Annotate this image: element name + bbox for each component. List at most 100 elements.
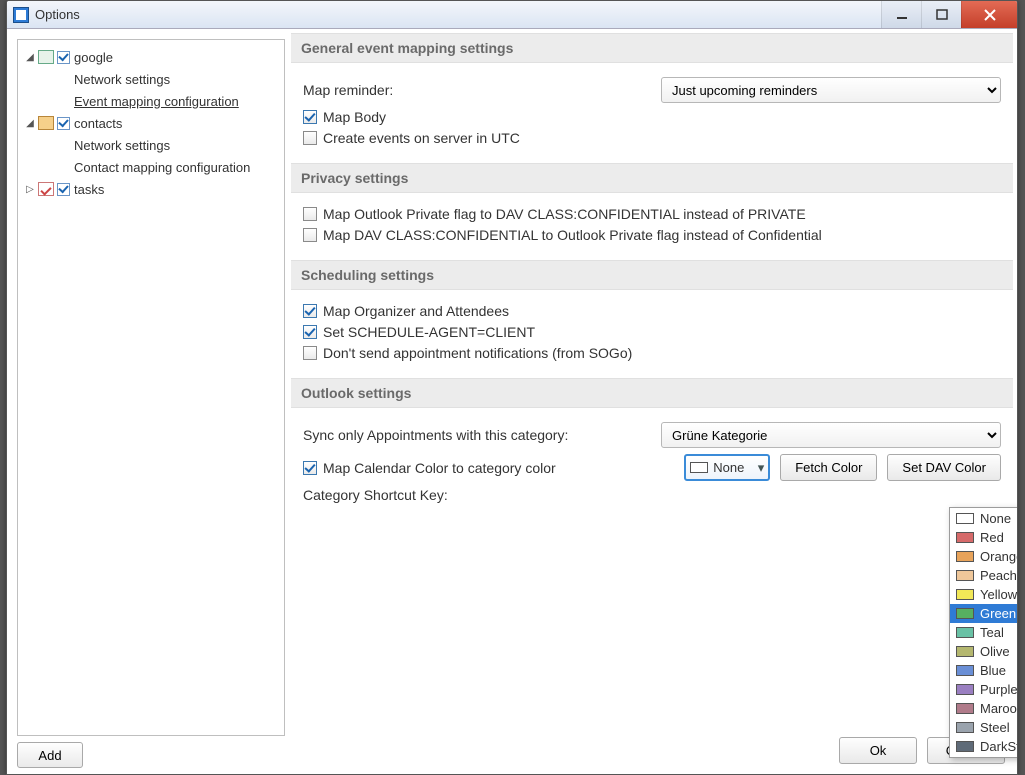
color-option-label: None	[980, 511, 1011, 526]
tree-item[interactable]: ◢ google	[22, 46, 280, 68]
privacy-opt1-checkbox[interactable]: Map Outlook Private flag to DAV CLASS:CO…	[303, 206, 1001, 222]
tree-item[interactable]: Contact mapping configuration	[22, 156, 280, 178]
expand-arrow-icon[interactable]: ◢	[24, 51, 36, 63]
options-window: Options ◢ google Network settings Event map…	[6, 0, 1018, 775]
color-option[interactable]: Teal	[950, 623, 1017, 642]
checkbox-icon	[303, 110, 317, 124]
color-swatch-icon	[956, 665, 974, 676]
color-option-label: DarkSteel	[980, 739, 1017, 754]
checkbox-icon	[303, 304, 317, 318]
color-swatch-icon	[956, 513, 974, 524]
titlebar[interactable]: Options	[7, 1, 1017, 29]
color-option[interactable]: Purple	[950, 680, 1017, 699]
color-swatch-icon	[956, 703, 974, 714]
tree-item-label: tasks	[74, 182, 104, 197]
checkbox-icon	[303, 461, 317, 475]
color-option-label: Red	[980, 530, 1004, 545]
color-swatch-icon	[956, 646, 974, 657]
color-dropdown[interactable]: None Red Orange Peach Yellow Green Teal Olive Bl…	[949, 507, 1017, 758]
color-option[interactable]: Orange	[950, 547, 1017, 566]
schedule-agent-checkbox[interactable]: Set SCHEDULE-AGENT=CLIENT	[303, 324, 1001, 340]
ok-button[interactable]: Ok	[839, 737, 917, 764]
window-title: Options	[35, 7, 80, 22]
privacy-opt2-checkbox[interactable]: Map DAV CLASS:CONFIDENTIAL to Outlook Pr…	[303, 227, 1001, 243]
color-option-label: Purple	[980, 682, 1017, 697]
sync-category-select[interactable]: Grüne Kategorie	[661, 422, 1001, 448]
color-option-label: Green	[980, 606, 1016, 621]
shortcut-key-label: Category Shortcut Key:	[303, 487, 603, 503]
color-select-value: None	[713, 460, 744, 475]
maximize-button[interactable]	[921, 1, 961, 28]
color-swatch-icon	[956, 570, 974, 581]
color-option-label: Blue	[980, 663, 1006, 678]
app-icon	[13, 7, 29, 23]
section-general-header: General event mapping settings	[291, 33, 1013, 63]
color-option-label: Yellow	[980, 587, 1017, 602]
tree-item[interactable]: Event mapping configuration	[22, 90, 280, 112]
close-button[interactable]	[961, 1, 1017, 28]
map-organizer-checkbox[interactable]: Map Organizer and Attendees	[303, 303, 1001, 319]
tree-item-label: Contact mapping configuration	[74, 160, 250, 175]
section-outlook-header: Outlook settings	[291, 378, 1013, 408]
color-option-label: Steel	[980, 720, 1010, 735]
color-option[interactable]: None	[950, 509, 1017, 528]
color-swatch-icon	[956, 589, 974, 600]
tree-item[interactable]: Network settings	[22, 134, 280, 156]
tree-item[interactable]: Network settings	[22, 68, 280, 90]
color-option[interactable]: Maroon	[950, 699, 1017, 718]
color-option[interactable]: Olive	[950, 642, 1017, 661]
map-color-checkbox[interactable]: Map Calendar Color to category color	[303, 460, 556, 476]
color-option-label: Teal	[980, 625, 1004, 640]
section-privacy-header: Privacy settings	[291, 163, 1013, 193]
tree-item-label: Network settings	[74, 138, 170, 153]
chevron-down-icon: ▾	[758, 460, 765, 476]
category-color-select[interactable]: None ▾	[684, 454, 770, 481]
checkbox-icon	[303, 207, 317, 221]
color-option-label: Orange	[980, 549, 1017, 564]
color-swatch-icon	[956, 608, 974, 619]
tree-checkbox[interactable]	[57, 183, 70, 196]
people-icon	[38, 116, 54, 130]
expand-arrow-icon[interactable]: ▷	[24, 183, 36, 195]
cal-icon	[38, 50, 54, 64]
color-option-label: Peach	[980, 568, 1017, 583]
tree-item-label: Network settings	[74, 72, 170, 87]
set-dav-color-button[interactable]: Set DAV Color	[887, 454, 1001, 481]
fetch-color-button[interactable]: Fetch Color	[780, 454, 877, 481]
profile-tree[interactable]: ◢ google Network settings Event mapping con…	[17, 39, 285, 736]
tree-item[interactable]: ◢ contacts	[22, 112, 280, 134]
color-option[interactable]: Green	[950, 604, 1017, 623]
expand-arrow-icon[interactable]: ◢	[24, 117, 36, 129]
color-option[interactable]: DarkSteel	[950, 737, 1017, 756]
section-scheduling-header: Scheduling settings	[291, 260, 1013, 290]
color-option[interactable]: Blue	[950, 661, 1017, 680]
suppress-notifications-checkbox[interactable]: Don't send appointment notifications (fr…	[303, 345, 1001, 361]
color-option-label: Olive	[980, 644, 1010, 659]
checkbox-icon	[303, 346, 317, 360]
color-option[interactable]: Yellow	[950, 585, 1017, 604]
map-body-checkbox[interactable]: Map Body	[303, 109, 1001, 125]
color-option[interactable]: Red	[950, 528, 1017, 547]
tree-checkbox[interactable]	[57, 51, 70, 64]
checkbox-icon	[303, 325, 317, 339]
color-option[interactable]: Peach	[950, 566, 1017, 585]
create-utc-checkbox[interactable]: Create events on server in UTC	[303, 130, 1001, 146]
color-swatch-icon	[956, 627, 974, 638]
checkbox-icon	[303, 131, 317, 145]
color-swatch-icon	[690, 462, 708, 473]
color-swatch-icon	[956, 532, 974, 543]
minimize-button[interactable]	[881, 1, 921, 28]
map-reminder-select[interactable]: Just upcoming reminders	[661, 77, 1001, 103]
add-button[interactable]: Add	[17, 742, 83, 768]
checkbox-icon	[303, 228, 317, 242]
tree-item[interactable]: ▷ tasks	[22, 178, 280, 200]
sync-category-label: Sync only Appointments with this categor…	[303, 427, 603, 443]
color-swatch-icon	[956, 741, 974, 752]
tree-checkbox[interactable]	[57, 117, 70, 130]
tree-item-label: contacts	[74, 116, 122, 131]
color-option-label: Maroon	[980, 701, 1017, 716]
tasks-icon	[38, 182, 54, 196]
tree-item-label: google	[74, 50, 113, 65]
color-option[interactable]: Steel	[950, 718, 1017, 737]
color-swatch-icon	[956, 551, 974, 562]
